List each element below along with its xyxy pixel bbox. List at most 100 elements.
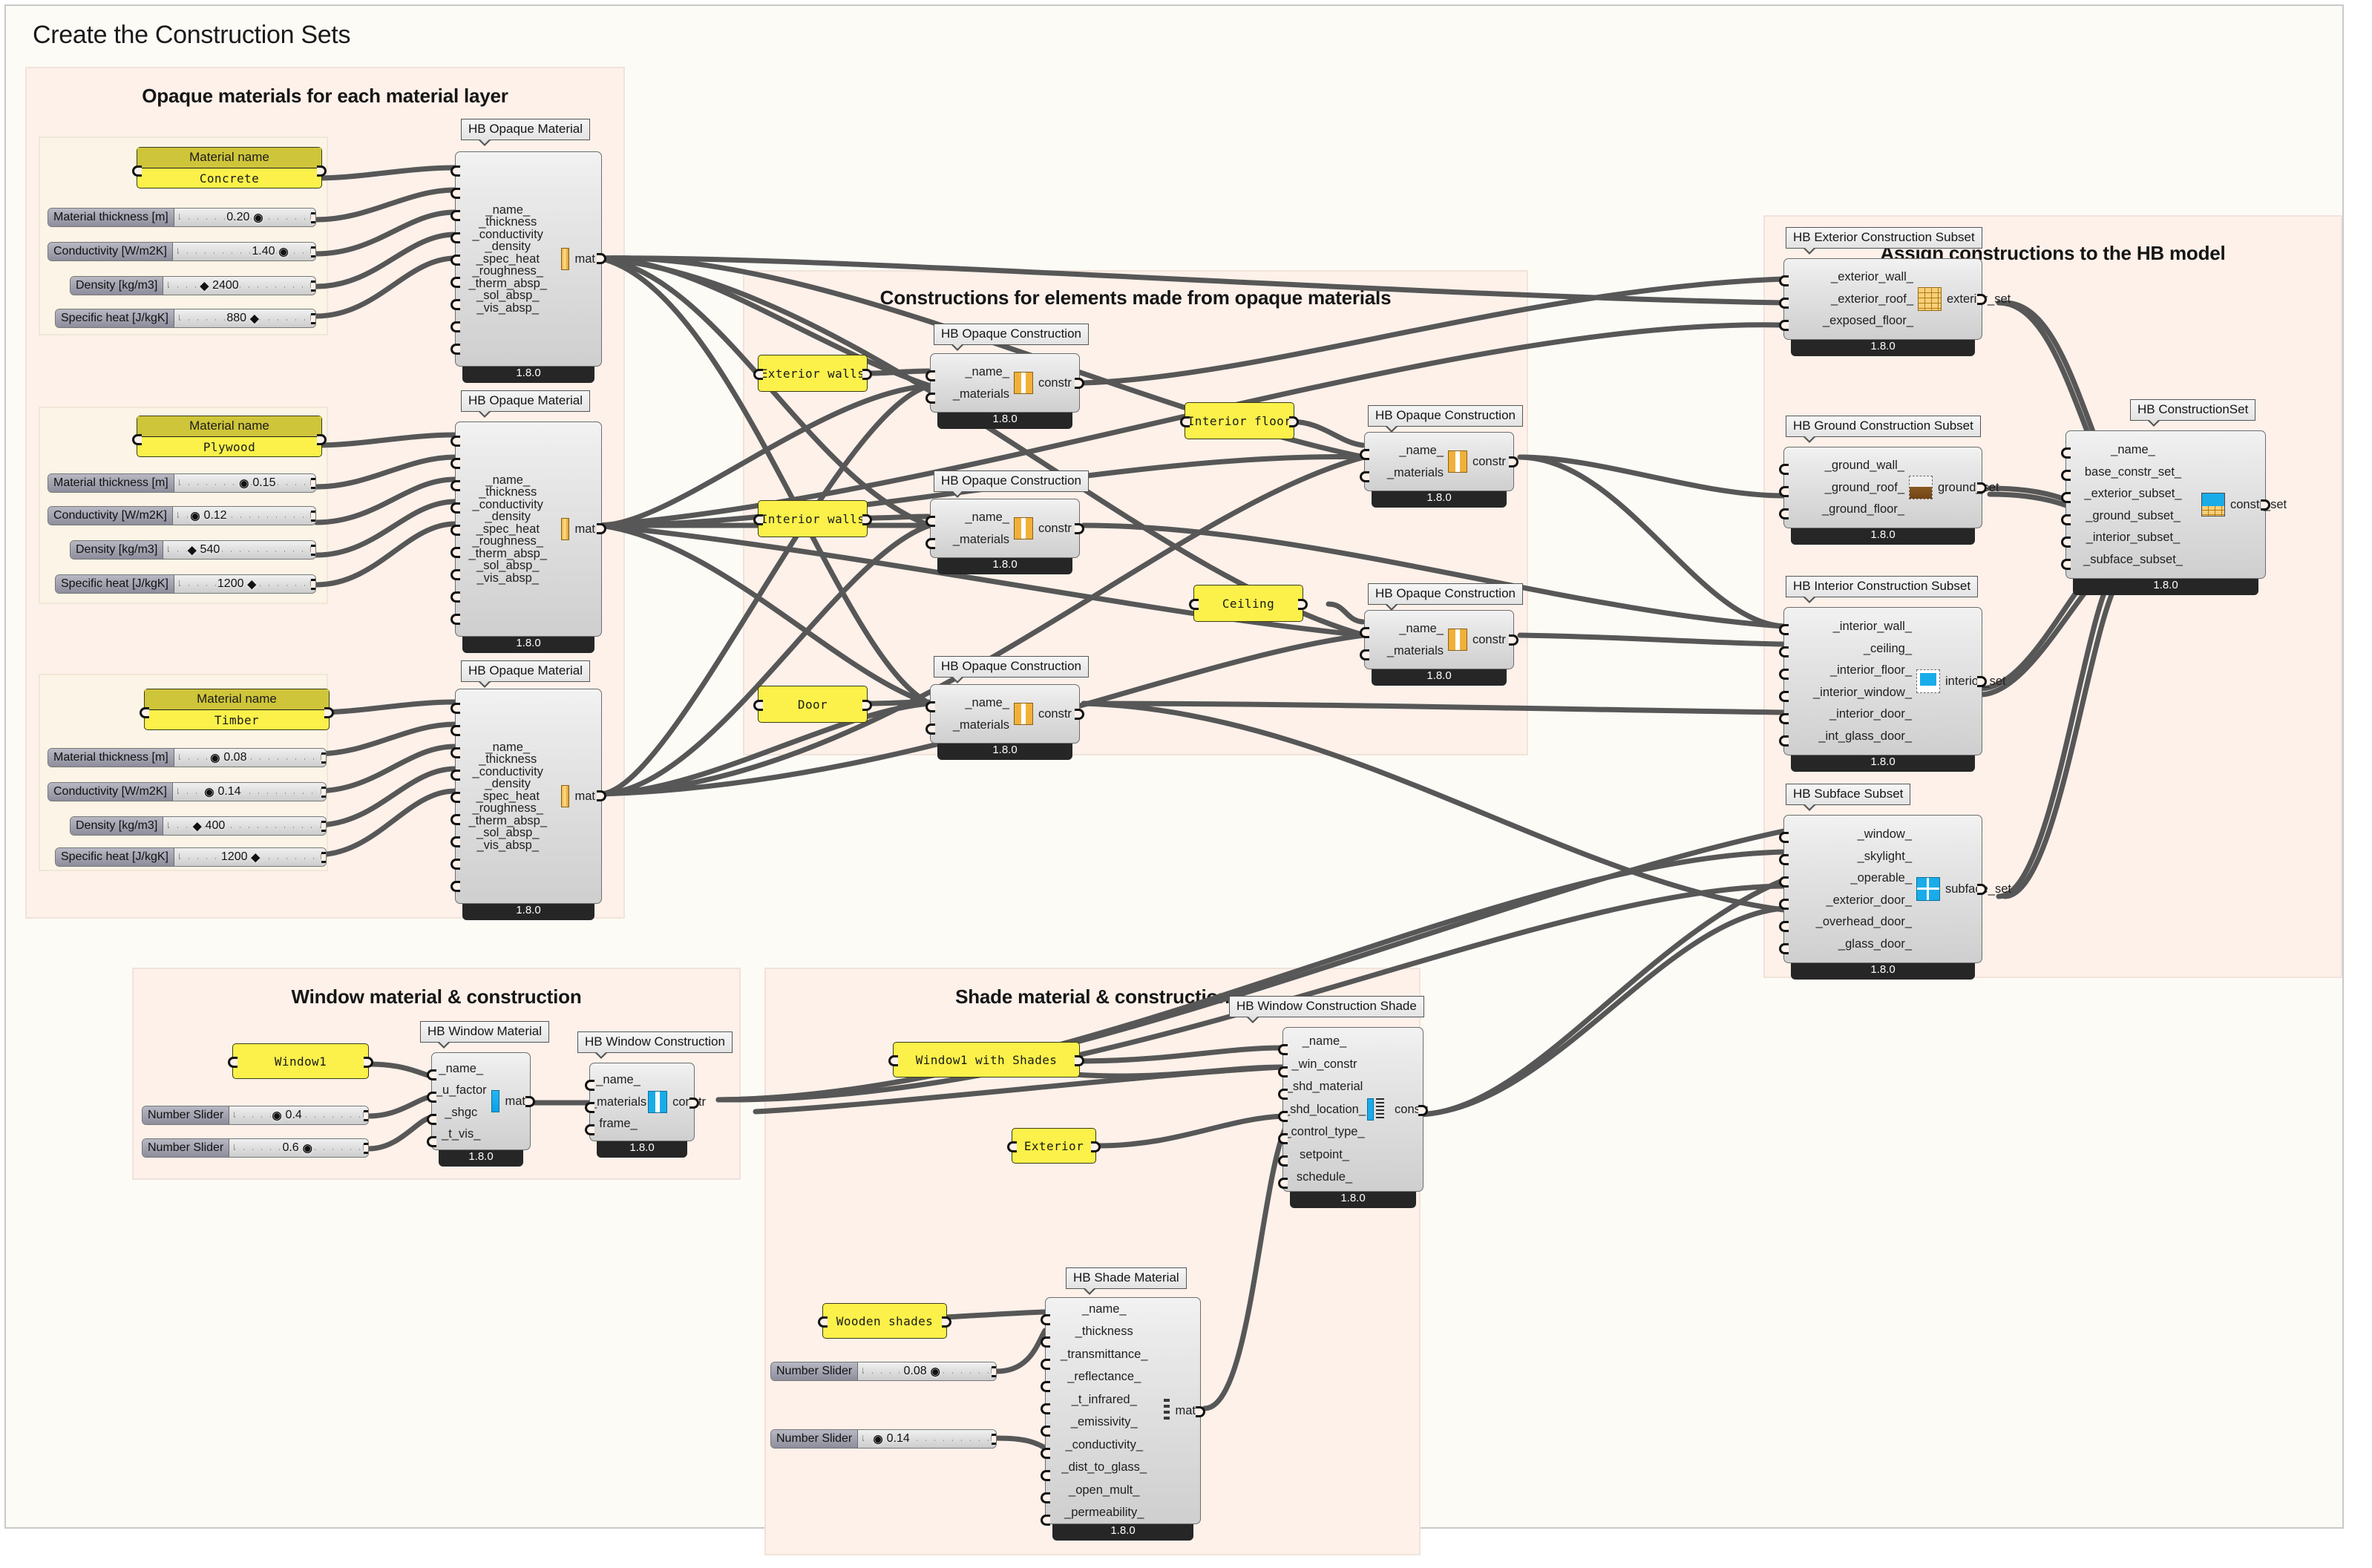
port-spec-heat[interactable]: _spec_heat [456, 253, 560, 266]
port-therm-absp[interactable]: _therm_absp_ [456, 548, 560, 560]
port-nub-in[interactable] [451, 480, 460, 491]
port-nub-in[interactable] [1779, 486, 1789, 497]
port-in[interactable] [888, 1055, 898, 1066]
slider-track[interactable]: ◆ 2400 [163, 277, 315, 295]
slider-window-u-factor[interactable]: Number Slider ◉ 0.4 [142, 1106, 369, 1125]
port-roughness[interactable]: _roughness_ [456, 802, 560, 815]
port-name[interactable]: _name_ [456, 204, 560, 217]
port-thickness[interactable]: _thickness [456, 216, 560, 229]
slider-track[interactable]: ◆ 400 [163, 817, 326, 835]
port-out[interactable] [364, 1143, 368, 1154]
port-vis-absp[interactable]: _vis_absp_ [456, 572, 560, 585]
port-conductivity[interactable]: _conductivity_ [1046, 1438, 1162, 1451]
port-nub-in[interactable] [451, 792, 460, 803]
panel-value-ceiling[interactable]: Ceiling [1194, 585, 1303, 621]
port-ground-floor[interactable]: _ground_floor_ [1784, 503, 1907, 516]
component-opaque-construction-ceiling[interactable]: _name_ _materials constr 1.8.0 [1360, 610, 1518, 686]
slider-track[interactable]: 0.6 ◉ [229, 1139, 368, 1157]
port-nub-in[interactable] [451, 436, 460, 447]
port-mat[interactable]: mat [574, 790, 595, 804]
port-overhead-door[interactable]: _overhead_door_ [1784, 916, 1915, 928]
port-schedule[interactable]: schedule_ [1283, 1171, 1366, 1184]
port-shgc[interactable]: _shgc [432, 1106, 490, 1119]
port-mat[interactable]: mat [505, 1095, 525, 1109]
port-ground-roof[interactable]: _ground_roof_ [1784, 482, 1907, 494]
port-exterior-subset[interactable]: _exterior_subset_ [2066, 488, 2200, 500]
port-name[interactable]: _name_ [931, 511, 1012, 524]
port-nub-in[interactable] [427, 1114, 436, 1125]
port-nub-in[interactable] [1779, 669, 1789, 680]
port-in[interactable] [753, 514, 763, 525]
port-nub-in[interactable] [1041, 1336, 1050, 1348]
port-nub-in[interactable] [1779, 899, 1789, 910]
port-sol-absp[interactable]: _sol_absp_ [456, 827, 560, 839]
component-hb-window-material[interactable]: _name_ _u_factor _shgc _t_vis_ mat 1.8.0 [427, 1052, 535, 1167]
port-nub-in[interactable] [451, 703, 460, 714]
port-nub-in[interactable] [1779, 320, 1789, 331]
port-materials[interactable]: _materials [931, 719, 1012, 732]
panel-value-timber[interactable]: Timber [145, 710, 329, 729]
port-nub-in[interactable] [925, 370, 935, 381]
port-nub-in[interactable] [585, 1102, 594, 1113]
port-therm-absp[interactable]: _therm_absp_ [456, 278, 560, 290]
port-nub-in[interactable] [451, 836, 460, 847]
slider-track[interactable]: ◉ 0.08 [174, 749, 326, 767]
port-nub-in[interactable] [451, 502, 460, 514]
panel-material-name-timber[interactable]: Material name Timber [140, 689, 334, 730]
port-nub-in[interactable] [451, 747, 460, 758]
slider-track[interactable]: ◉ 0.14 [858, 1430, 996, 1448]
port-in[interactable] [140, 707, 149, 718]
port-int-glass-door[interactable]: _int_glass_door_ [1784, 729, 1915, 743]
port-nub-in[interactable] [2061, 514, 2071, 525]
port-ground-wall[interactable]: _ground_wall_ [1784, 459, 1907, 472]
port-nub-in[interactable] [1779, 691, 1789, 702]
port-roughness[interactable]: _roughness_ [456, 265, 560, 278]
port-emissivity[interactable]: _emissivity_ [1046, 1416, 1162, 1428]
slider-grip-icon[interactable]: ◉ [303, 1141, 312, 1155]
port-out[interactable] [311, 545, 315, 556]
port-out[interactable] [311, 579, 315, 590]
slider-track[interactable]: ◆ 540 [163, 541, 315, 559]
panel-value-interior-floor[interactable]: Interior floor [1185, 403, 1294, 439]
component-hb-opaque-material-plywood[interactable]: _name_ _thickness _conductivity _density… [451, 421, 606, 653]
port-mat[interactable]: mat [574, 252, 595, 266]
component-hb-opaque-material-concrete[interactable]: _name_ _thickness _conductivity _density… [451, 151, 606, 383]
port-out[interactable] [311, 478, 315, 489]
port-nub-in[interactable] [1041, 1403, 1050, 1414]
component-hb-shade-material[interactable]: _name_ _thickness _transmittance_ _refle… [1041, 1297, 1205, 1541]
slider-track[interactable]: 0.08 ◉ [858, 1362, 996, 1380]
port-roughness[interactable]: _roughness_ [456, 535, 560, 548]
port-nub-in[interactable] [451, 881, 460, 892]
slider-track[interactable]: ◉ 0.15 [174, 474, 315, 492]
port-frame[interactable]: frame_ [590, 1118, 646, 1130]
port-nub-in[interactable] [1779, 832, 1789, 843]
port-nub-in[interactable] [2061, 492, 2071, 503]
port-nub-in[interactable] [1779, 298, 1789, 309]
slider-specific-heat-plywood[interactable]: Specific heat [J/kgK] 1200 ◆ [55, 574, 316, 594]
port-nub-in[interactable] [1041, 1359, 1050, 1370]
port-nub-in[interactable] [451, 569, 460, 580]
slider-grip-icon[interactable]: ◉ [239, 476, 249, 490]
slider-density-concrete[interactable]: Density [kg/m3] ◆ 2400 [70, 276, 316, 295]
port-nub-in[interactable] [451, 321, 460, 332]
slider-track[interactable]: ◉ 0.14 [172, 783, 326, 801]
component-hb-window-construction-shade[interactable]: _name_ _win_constr _shd_material _shd_lo… [1278, 1027, 1428, 1208]
port-name[interactable]: _name_ [1365, 444, 1447, 457]
slider-grip-icon[interactable]: ◆ [188, 543, 197, 557]
port-nub-in[interactable] [1779, 275, 1789, 286]
port-nub-in[interactable] [451, 210, 460, 221]
port-nub-in[interactable] [451, 591, 460, 603]
port-materials[interactable]: _materials [1365, 645, 1447, 657]
port-exterior-roof[interactable]: _exterior_roof_ [1784, 293, 1916, 306]
panel-value-plywood[interactable]: Plywood [137, 437, 321, 456]
component-hb-opaque-material-timber[interactable]: _name_ _thickness _conductivity _density… [451, 689, 606, 920]
slider-thickness-plywood[interactable]: Material thickness [m] ◉ 0.15 [47, 473, 316, 493]
port-operable[interactable]: _operable_ [1784, 872, 1915, 885]
port-thickness[interactable]: _thickness [1046, 1325, 1162, 1338]
component-hb-window-construction[interactable]: _name_ _materials frame_ constr 1.8.0 [585, 1063, 706, 1158]
port-therm-absp[interactable]: _therm_absp_ [456, 815, 560, 827]
slider-specific-heat-timber[interactable]: Specific heat [J/kgK] 1200 ◆ [55, 847, 327, 867]
port-permeability[interactable]: _permeability_ [1046, 1506, 1162, 1519]
port-nub-in[interactable] [1278, 1066, 1288, 1077]
slider-grip-icon[interactable]: ◆ [200, 279, 209, 292]
